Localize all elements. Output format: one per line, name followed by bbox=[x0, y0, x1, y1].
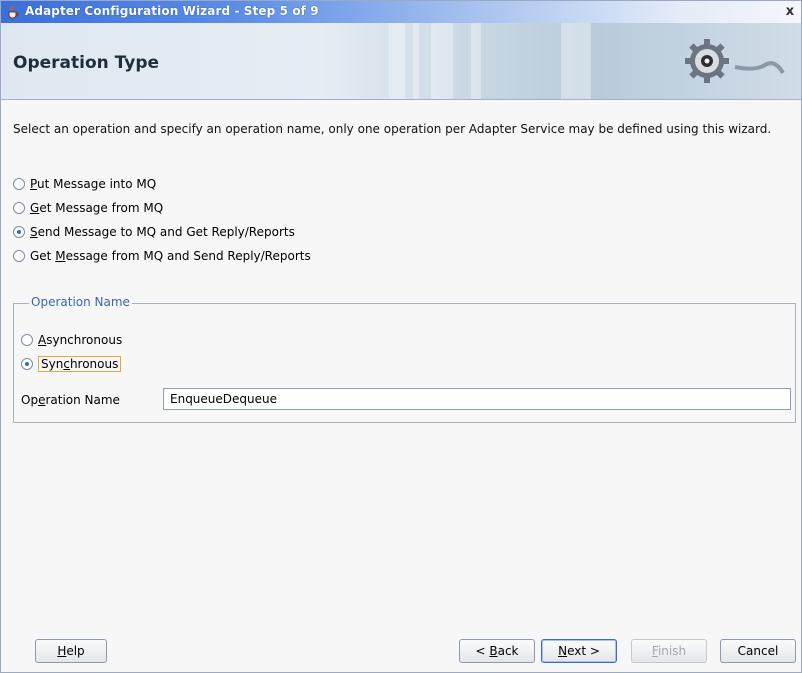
window-title: Adapter Configuration Wizard - Step 5 of… bbox=[25, 4, 319, 18]
header-banner: Operation Type bbox=[1, 23, 801, 100]
operation-name-input[interactable] bbox=[163, 388, 791, 410]
radio-label: Synchronous bbox=[38, 356, 122, 372]
radio-button[interactable] bbox=[21, 358, 33, 370]
radio-button[interactable] bbox=[13, 226, 25, 238]
radio-button[interactable] bbox=[13, 178, 25, 190]
help-button[interactable]: Help bbox=[35, 639, 107, 663]
radio-button[interactable] bbox=[13, 250, 25, 262]
cancel-button[interactable]: Cancel bbox=[720, 639, 796, 663]
close-icon[interactable]: x bbox=[782, 4, 798, 19]
radio-button[interactable] bbox=[13, 202, 25, 214]
gear-plug-icon bbox=[685, 39, 785, 83]
group-title: Operation Name bbox=[29, 295, 132, 309]
radio-get-send-reply[interactable]: Get Message from MQ and Send Reply/Repor… bbox=[13, 247, 311, 265]
radio-send-get-reply[interactable]: Send Message to MQ and Get Reply/Reports bbox=[13, 223, 295, 241]
wizard-window: Adapter Configuration Wizard - Step 5 of… bbox=[0, 0, 802, 673]
radio-label: Put Message into MQ bbox=[30, 177, 157, 191]
radio-label: Asynchronous bbox=[38, 333, 123, 347]
radio-synchronous[interactable]: Synchronous bbox=[21, 355, 122, 373]
java-cup-icon bbox=[8, 5, 19, 19]
title-bar[interactable]: Adapter Configuration Wizard - Step 5 of… bbox=[1, 1, 801, 23]
description-text: Select an operation and specify an opera… bbox=[13, 122, 772, 136]
radio-label: Get Message from MQ and Send Reply/Repor… bbox=[30, 249, 311, 263]
finish-button[interactable]: Finish bbox=[631, 639, 707, 663]
next-button[interactable]: Next > bbox=[541, 639, 617, 663]
radio-button[interactable] bbox=[21, 334, 33, 346]
radio-label: Get Message from MQ bbox=[30, 201, 164, 215]
back-button[interactable]: < Back bbox=[459, 639, 535, 663]
radio-get-message[interactable]: Get Message from MQ bbox=[13, 199, 163, 217]
radio-asynchronous[interactable]: Asynchronous bbox=[21, 331, 122, 349]
radio-put-message[interactable]: Put Message into MQ bbox=[13, 175, 156, 193]
radio-label: Send Message to MQ and Get Reply/Reports bbox=[30, 225, 295, 239]
operation-name-label: Operation Name bbox=[21, 393, 120, 407]
page-heading: Operation Type bbox=[13, 53, 160, 73]
